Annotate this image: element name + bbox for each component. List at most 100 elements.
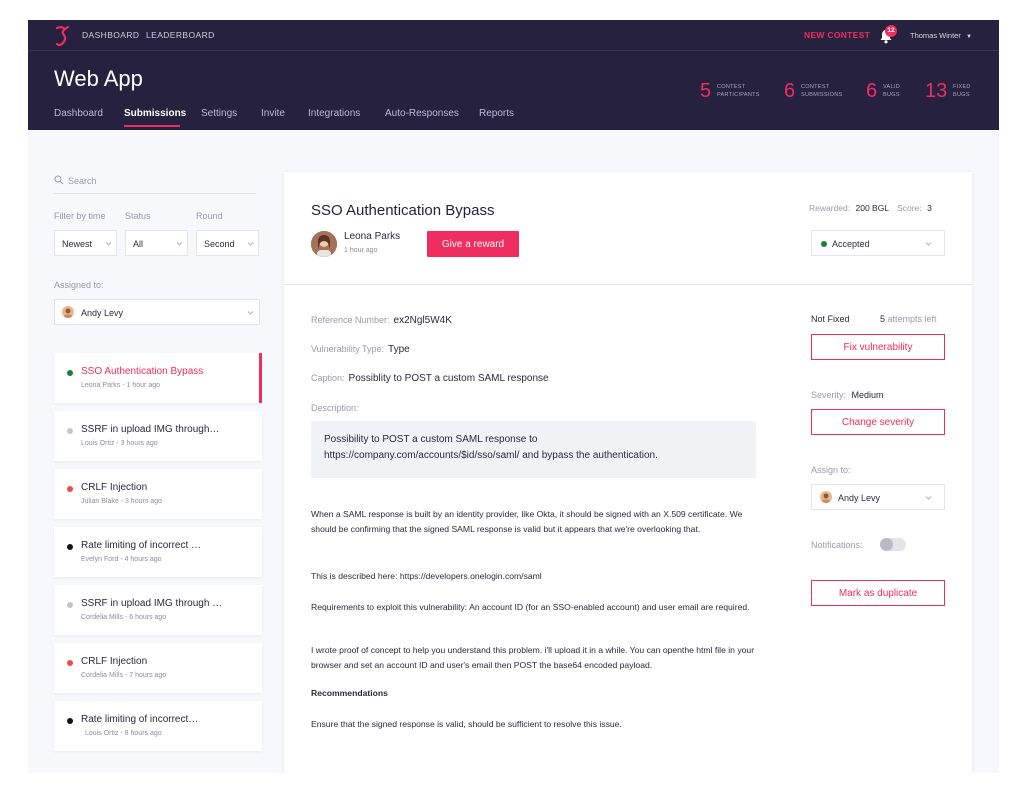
submission-detail-title: SSO Authentication Bypass: [311, 202, 495, 219]
assign-to-select[interactable]: Andy Levy: [811, 484, 945, 510]
submission-title: SSRF in upload IMG through …: [81, 598, 223, 609]
description-paragraph: When a SAML response is built by an iden…: [311, 509, 743, 534]
notifications-label: Notifications:: [811, 540, 863, 550]
caption-label: Caption:: [311, 373, 345, 383]
filter-status-label: Status: [125, 211, 151, 221]
submission-card[interactable]: CRLF Injection Cordelia Mills - 7 hours …: [54, 643, 262, 693]
reward-info: Rewarded: 200 BGL Score: 3: [809, 203, 932, 213]
topnav-dashboard[interactable]: DASHBOARD: [82, 30, 139, 40]
stat-label: VALID BUGS: [883, 84, 900, 98]
search-bar: [54, 172, 256, 194]
severity-label: Severity:: [811, 390, 847, 400]
mark-duplicate-button[interactable]: Mark as duplicate: [811, 580, 945, 606]
submission-card[interactable]: SSO Authentication Bypass Leona Parks - …: [54, 353, 262, 403]
caption-value: Possiblity to POST a custom SAML respons…: [348, 373, 549, 384]
submission-title: SSO Authentication Bypass: [81, 366, 204, 377]
description-paragraph: I wrote proof of concept to help you und…: [311, 645, 755, 670]
vulnerability-type: Vulnerability Type: Type: [311, 344, 410, 355]
submission-meta: Evelyn Ford - 4 hours ago: [81, 556, 162, 563]
submission-meta: Julian Blake - 3 hours ago: [81, 498, 162, 505]
toggle-knob: [880, 538, 893, 551]
description-paragraph: Requirements to exploit this vulnerabili…: [311, 602, 750, 612]
round-filter-value: Second: [204, 239, 235, 249]
divider: [284, 284, 972, 285]
status-dot: [67, 486, 73, 492]
submission-title: CRLF Injection: [81, 482, 148, 493]
header: DASHBOARD LEADERBOARD NEW CONTEST 12 Tho…: [28, 20, 999, 130]
assigned-to-select[interactable]: Andy Levy: [54, 299, 260, 325]
assigned-to-value: Andy Levy: [81, 308, 124, 318]
notification-badge: 12: [885, 25, 897, 37]
tab-dashboard[interactable]: Dashboard: [54, 108, 103, 119]
filter-round-label: Round: [196, 211, 223, 221]
rewarded-value: 200 BGL: [855, 203, 889, 213]
vuln-type-label: Vulnerability Type:: [311, 344, 385, 354]
chevron-down-icon: [247, 311, 254, 315]
submission-detail-panel: SSO Authentication Bypass Leona Parks 1 …: [284, 172, 972, 773]
severity: Severity: Medium: [811, 390, 884, 400]
stat-value: 6: [784, 80, 796, 102]
avatar: [62, 306, 74, 318]
fix-vulnerability-button[interactable]: Fix vulnerability: [811, 334, 945, 360]
active-tab-indicator: [124, 125, 180, 127]
tab-submissions[interactable]: Submissions: [124, 108, 186, 119]
chevron-down-icon: [176, 242, 183, 246]
submission-title: SSRF in upload IMG through…: [81, 424, 220, 435]
submission-card[interactable]: SSRF in upload IMG through … Cordelia Mi…: [54, 585, 262, 635]
description-paragraph: This is described here: https://develope…: [311, 571, 542, 581]
tab-settings[interactable]: Settings: [201, 108, 237, 119]
submission-title: CRLF Injection: [81, 656, 148, 667]
give-reward-button[interactable]: Give a reward: [427, 231, 519, 257]
description-label: Description:: [311, 403, 359, 413]
assign-to-value: Andy Levy: [838, 493, 881, 503]
search-icon: [54, 175, 64, 185]
new-contest-link[interactable]: NEW CONTEST: [804, 30, 870, 40]
time-filter-value: Newest: [62, 239, 93, 249]
fix-status: Not Fixed: [811, 314, 850, 324]
submission-card[interactable]: SSRF in upload IMG through… Louis Ortiz …: [54, 411, 262, 461]
submission-title: Rate limiting of incorrect …: [81, 540, 202, 551]
status-dot: [67, 370, 73, 376]
notifications-toggle[interactable]: [880, 538, 906, 551]
status-select[interactable]: Accepted: [811, 230, 945, 256]
reference-number: Reference Number: ex2Ngl5W4K: [311, 315, 452, 326]
topnav-leaderboard[interactable]: LEADERBOARD: [146, 30, 215, 40]
avatar: [820, 491, 832, 503]
recommendations-heading: Recommendations: [311, 688, 388, 698]
author-name[interactable]: Leona Parks: [344, 231, 400, 242]
submission-meta: Leona Parks - 1 hour ago: [81, 382, 160, 389]
time-filter-select[interactable]: Newest: [54, 230, 117, 256]
tab-auto-responses[interactable]: Auto-Responses: [385, 108, 459, 119]
rewarded-label: Rewarded:: [809, 203, 851, 213]
submission-card[interactable]: CRLF Injection Julian Blake - 3 hours ag…: [54, 469, 262, 519]
submission-meta: Louis Ortiz - 3 hours ago: [81, 440, 158, 447]
user-name: Thomas Winter: [910, 31, 961, 40]
stat-value: 6: [866, 80, 878, 102]
status-filter-select[interactable]: All: [125, 230, 188, 256]
submission-card[interactable]: Rate limiting of incorrect… Louis Ortiz …: [54, 701, 262, 751]
change-severity-button[interactable]: Change severity: [811, 409, 945, 435]
submission-meta: Cordelia Mills - 6 hours ago: [81, 614, 167, 621]
reference-label: Reference Number:: [311, 315, 390, 325]
user-menu[interactable]: Thomas Winter ▼: [910, 31, 972, 40]
filter-time-label: Filter by time: [54, 211, 106, 221]
tab-invite[interactable]: Invite: [261, 108, 285, 119]
severity-value: Medium: [851, 390, 884, 400]
vuln-type-value: Type: [388, 344, 410, 355]
assign-to-label: Assign to:: [811, 465, 851, 475]
avatar: [311, 231, 337, 257]
submission-meta: Louis Ortiz - 8 hours ago: [85, 730, 162, 737]
top-bar: DASHBOARD LEADERBOARD NEW CONTEST 12 Tho…: [28, 20, 999, 51]
assigned-to-label: Assigned to:: [54, 280, 104, 290]
status-dot: [67, 602, 73, 608]
stat-value: 5: [700, 80, 712, 102]
score-label: Score:: [897, 203, 922, 213]
tab-integrations[interactable]: Integrations: [308, 108, 360, 119]
round-filter-select[interactable]: Second: [196, 230, 259, 256]
submission-card[interactable]: Rate limiting of incorrect … Evelyn Ford…: [54, 527, 262, 577]
logo-icon[interactable]: [52, 25, 72, 47]
caption: Caption: Possiblity to POST a custom SAML…: [311, 373, 549, 384]
search-input[interactable]: [68, 172, 254, 190]
tab-reports[interactable]: Reports: [479, 108, 514, 119]
status-filter-value: All: [133, 239, 144, 249]
